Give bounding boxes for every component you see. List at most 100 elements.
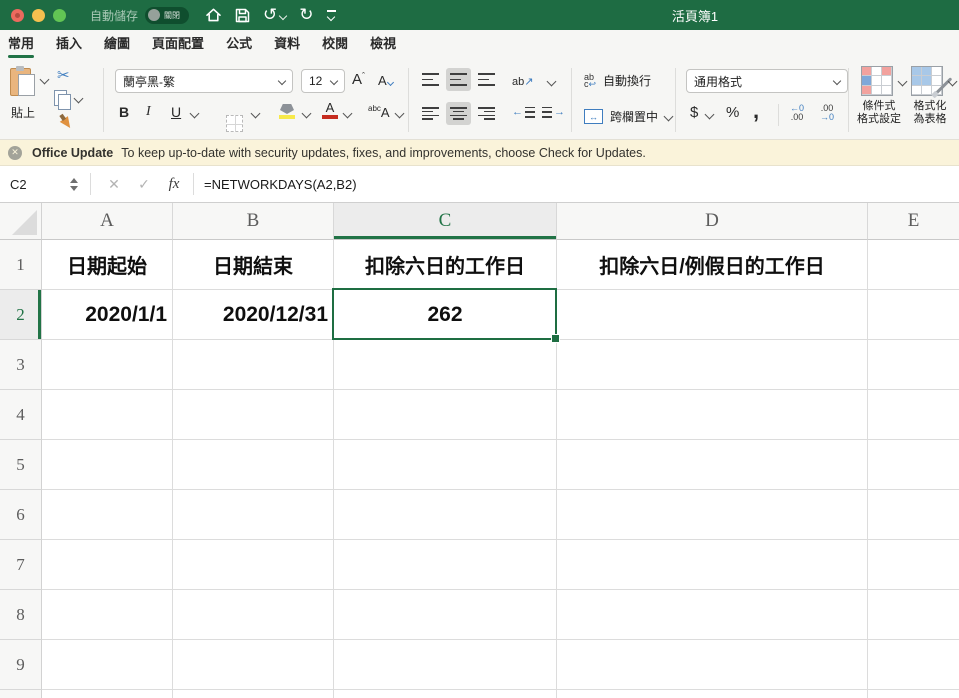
cell-E9[interactable]: [868, 640, 959, 690]
save-icon[interactable]: [235, 8, 250, 23]
tab-data[interactable]: 資料: [274, 33, 300, 60]
align-middle-button[interactable]: [446, 68, 471, 91]
conditional-formatting-button[interactable]: [861, 66, 908, 96]
currency-chevron-icon[interactable]: [704, 109, 715, 120]
cell-C2[interactable]: 262: [334, 290, 557, 340]
cell-E4[interactable]: [868, 390, 959, 440]
cell-E6[interactable]: [868, 490, 959, 540]
cell-B6[interactable]: [173, 490, 334, 540]
cell-A9[interactable]: [42, 640, 173, 690]
cell-E7[interactable]: [868, 540, 959, 590]
cell-B9[interactable]: [173, 640, 334, 690]
merge-center-chevron-icon[interactable]: [663, 111, 674, 122]
cell-D8[interactable]: [557, 590, 868, 640]
cell-C8[interactable]: [334, 590, 557, 640]
tab-draw[interactable]: 繪圖: [104, 33, 130, 60]
autosave-toggle[interactable]: 關閉: [145, 6, 190, 24]
column-header-D[interactable]: D: [557, 203, 868, 240]
borders-icon[interactable]: [226, 115, 243, 132]
row-header-1[interactable]: 1: [0, 240, 42, 290]
cell-E3[interactable]: [868, 340, 959, 390]
row-header-8[interactable]: 8: [0, 590, 42, 640]
tab-page-layout[interactable]: 頁面配置: [152, 33, 204, 60]
cell-A10[interactable]: [42, 690, 173, 698]
font-color-icon[interactable]: A: [322, 101, 338, 119]
orientation-chevron-icon[interactable]: [546, 76, 557, 87]
cell-E1[interactable]: [868, 240, 959, 290]
row-header-3[interactable]: 3: [0, 340, 42, 390]
tab-review[interactable]: 校閱: [322, 33, 348, 60]
customize-toolbar-icon[interactable]: [326, 10, 336, 22]
cell-B10[interactable]: [173, 690, 334, 698]
name-box-spinner[interactable]: [70, 177, 78, 191]
cell-C7[interactable]: [334, 540, 557, 590]
undo-icon[interactable]: ↺: [263, 6, 277, 24]
spinner-down-icon[interactable]: [70, 185, 78, 191]
italic-button[interactable]: I: [146, 104, 151, 120]
cell-A6[interactable]: [42, 490, 173, 540]
cell-A7[interactable]: [42, 540, 173, 590]
format-painter-icon[interactable]: [59, 116, 75, 131]
tab-view[interactable]: 檢視: [370, 33, 396, 60]
spinner-up-icon[interactable]: [70, 177, 78, 183]
bold-button[interactable]: B: [119, 104, 129, 120]
row-header-5[interactable]: 5: [0, 440, 42, 490]
orientation-icon[interactable]: ab↗: [512, 72, 533, 90]
formula-input[interactable]: =NETWORKDAYS(A2,B2): [204, 177, 357, 192]
cell-C6[interactable]: [334, 490, 557, 540]
fill-color-icon[interactable]: [279, 104, 295, 119]
text-effects-chevron-icon[interactable]: [394, 108, 405, 119]
cell-D5[interactable]: [557, 440, 868, 490]
cell-B2[interactable]: 2020/12/31: [173, 290, 334, 340]
cell-D10[interactable]: [557, 690, 868, 698]
zoom-window-button[interactable]: [53, 8, 66, 22]
close-update-bar-icon[interactable]: ✕: [8, 145, 22, 160]
decrease-decimal-icon[interactable]: .00 →0: [820, 104, 834, 122]
decrease-indent-icon[interactable]: ←: [512, 106, 535, 118]
tab-insert[interactable]: 插入: [56, 33, 82, 60]
undo-menu-chevron-icon[interactable]: [279, 11, 288, 20]
home-icon[interactable]: [205, 7, 222, 23]
text-effects-icon[interactable]: abcA: [368, 104, 390, 122]
cell-E10[interactable]: [868, 690, 959, 698]
cell-B1[interactable]: 日期結束: [173, 240, 334, 290]
worksheet[interactable]: ABCDE 1 日期起始 日期結束 扣除六日的工作日 扣除六日/例假日的工作日 2 2020…: [0, 202, 959, 698]
cell-B5[interactable]: [173, 440, 334, 490]
paste-menu-chevron-icon[interactable]: [39, 74, 50, 85]
comma-format-button[interactable]: ,: [753, 98, 759, 124]
row-header-4[interactable]: 4: [0, 390, 42, 440]
cell-C3[interactable]: [334, 340, 557, 390]
cell-C4[interactable]: [334, 390, 557, 440]
grow-font-button[interactable]: Aˆ: [352, 71, 365, 88]
column-header-C[interactable]: C: [334, 203, 557, 240]
font-size-combo[interactable]: 12: [301, 69, 345, 93]
cell-C10[interactable]: [334, 690, 557, 698]
row-header-9[interactable]: 9: [0, 640, 42, 690]
align-left-button[interactable]: [418, 102, 443, 125]
align-bottom-button[interactable]: [474, 68, 499, 91]
cell-B8[interactable]: [173, 590, 334, 640]
percent-format-button[interactable]: %: [726, 104, 739, 121]
cell-A1[interactable]: 日期起始: [42, 240, 173, 290]
cell-D4[interactable]: [557, 390, 868, 440]
cell-C1[interactable]: 扣除六日的工作日: [334, 240, 557, 290]
row-header-7[interactable]: 7: [0, 540, 42, 590]
tab-formulas[interactable]: 公式: [226, 33, 252, 60]
cell-A4[interactable]: [42, 390, 173, 440]
font-name-combo[interactable]: 蘭亭黑-繁: [115, 69, 293, 93]
close-window-button[interactable]: [11, 8, 24, 22]
tab-home[interactable]: 常用: [8, 33, 35, 60]
cut-icon[interactable]: ✂: [57, 68, 70, 83]
paste-button[interactable]: [10, 66, 50, 96]
align-center-button[interactable]: [446, 102, 471, 125]
underline-button[interactable]: U: [171, 104, 181, 120]
redo-icon[interactable]: ↻: [299, 6, 313, 24]
align-top-button[interactable]: [418, 68, 443, 91]
cell-E5[interactable]: [868, 440, 959, 490]
cell-B7[interactable]: [173, 540, 334, 590]
cell-A3[interactable]: [42, 340, 173, 390]
cell-D9[interactable]: [557, 640, 868, 690]
cell-D6[interactable]: [557, 490, 868, 540]
name-box[interactable]: C2: [0, 177, 68, 192]
format-as-table-button[interactable]: [911, 66, 958, 96]
